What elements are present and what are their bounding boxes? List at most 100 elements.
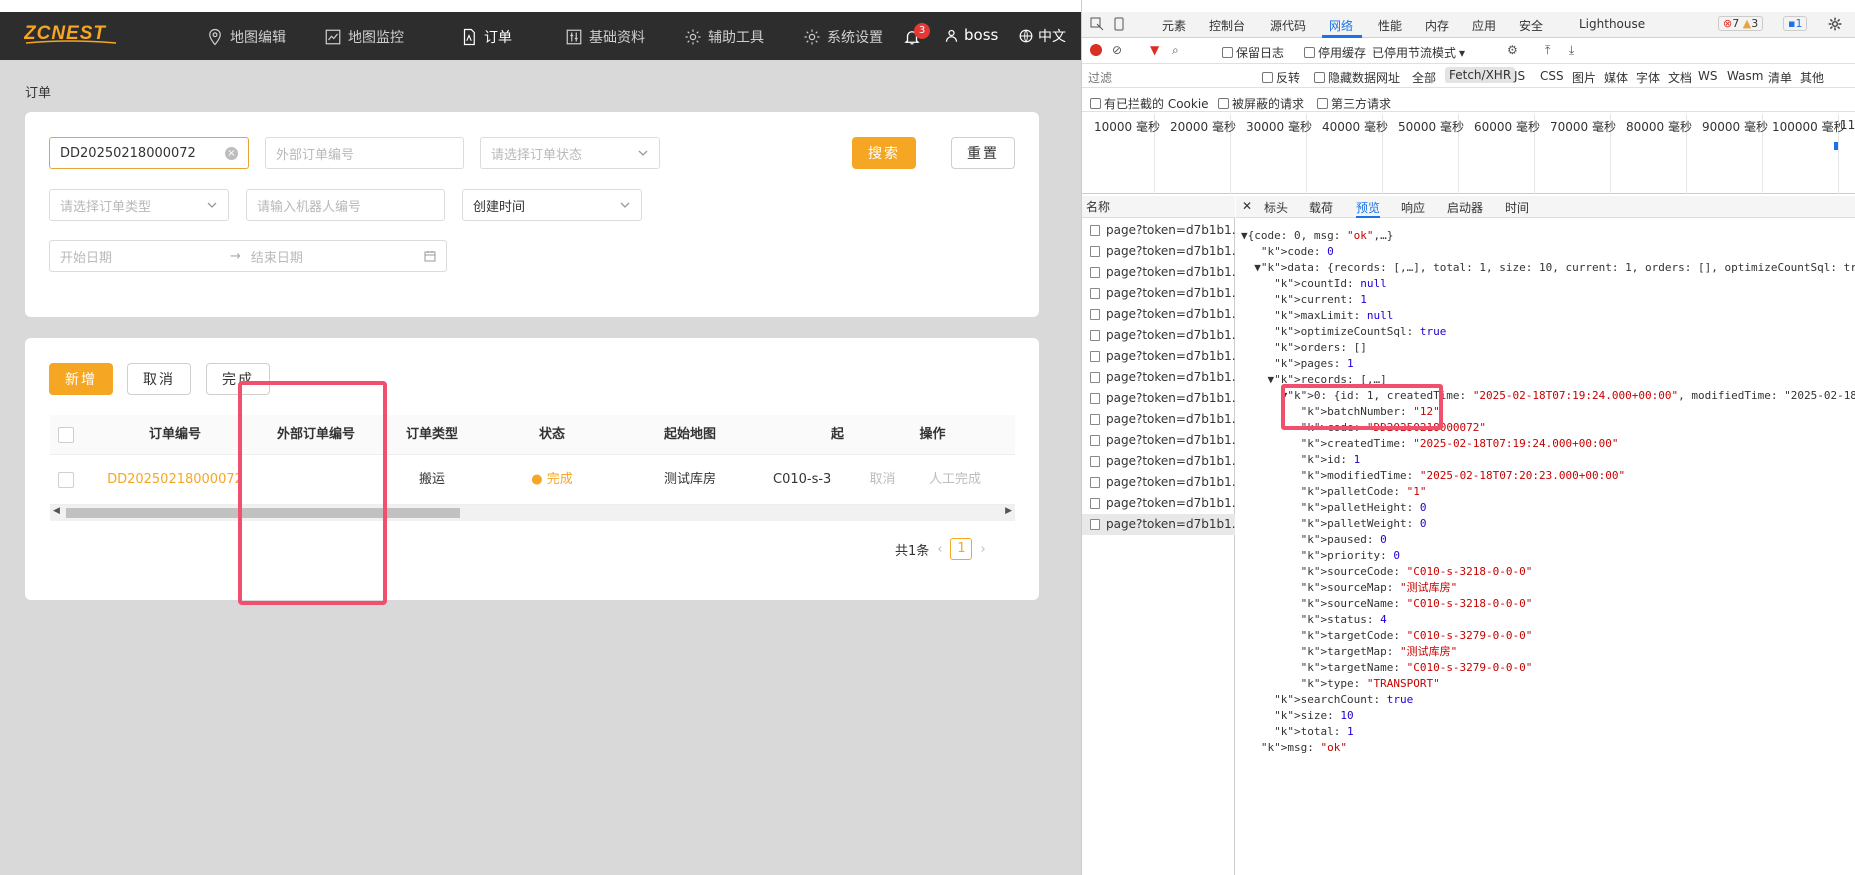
filter-icon[interactable]: ▼ xyxy=(1150,43,1159,57)
request-item[interactable]: page?token=d7b1b1... xyxy=(1082,409,1235,430)
request-item[interactable]: page?token=d7b1b1... xyxy=(1082,451,1235,472)
issues-counter[interactable]: ⊗7 ▲3 xyxy=(1718,16,1764,31)
preserve-log-checkbox[interactable]: 保留日志 xyxy=(1222,44,1284,61)
filter-media[interactable]: 媒体 xyxy=(1604,69,1628,86)
next-page-icon[interactable]: › xyxy=(980,542,985,557)
row-checkbox[interactable] xyxy=(58,472,74,488)
disable-cache-checkbox[interactable]: 停用缓存 xyxy=(1304,44,1366,61)
order-type-select[interactable]: 请选择订单类型 xyxy=(49,189,229,221)
request-item-selected[interactable]: page?token=d7b1b1... xyxy=(1082,514,1235,535)
tab-network[interactable]: 网络 xyxy=(1329,17,1353,34)
external-order-input[interactable]: 外部订单编号 xyxy=(265,137,464,169)
request-item[interactable]: page?token=d7b1b1... xyxy=(1082,493,1235,514)
messages-counter[interactable]: ▪1 xyxy=(1783,16,1808,31)
prev-page-icon[interactable]: ‹ xyxy=(937,542,942,557)
filter-ws[interactable]: WS xyxy=(1698,69,1717,83)
filter-fetch-xhr[interactable]: Fetch/XHR xyxy=(1445,67,1516,83)
record-icon[interactable] xyxy=(1090,44,1102,56)
device-toggle-icon[interactable] xyxy=(1112,17,1126,31)
third-party-checkbox[interactable]: 第三方请求 xyxy=(1317,95,1391,112)
tab-payload[interactable]: 载荷 xyxy=(1309,199,1333,216)
request-item[interactable]: page?token=d7b1b1... xyxy=(1082,304,1235,325)
tab-performance[interactable]: 性能 xyxy=(1378,17,1402,34)
request-item[interactable]: page?token=d7b1b1... xyxy=(1082,241,1235,262)
tab-security[interactable]: 安全 xyxy=(1519,17,1543,34)
tab-response[interactable]: 响应 xyxy=(1401,199,1425,216)
tab-console[interactable]: 控制台 xyxy=(1209,17,1245,34)
tab-preview[interactable]: 预览 xyxy=(1356,199,1381,218)
nav-item-orders[interactable]: 订单 xyxy=(460,26,512,48)
filter-wasm[interactable]: Wasm xyxy=(1727,69,1763,83)
scroll-right-icon[interactable]: ▶ xyxy=(1005,506,1012,516)
settings-icon[interactable] xyxy=(1828,17,1842,31)
horizontal-scrollbar[interactable]: ◀ ▶ xyxy=(50,505,1015,521)
tab-application[interactable]: 应用 xyxy=(1472,17,1496,34)
import-har-icon[interactable]: ⤒ xyxy=(1545,43,1550,58)
brand-logo[interactable]: ZCNEST xyxy=(23,22,117,46)
request-item[interactable]: page?token=d7b1b1... xyxy=(1082,220,1235,241)
blocked-requests-checkbox[interactable]: 被屏蔽的请求 xyxy=(1218,95,1304,112)
nav-item-map-monitor[interactable]: 地图监控 xyxy=(324,26,404,48)
tab-lighthouse[interactable]: Lighthouse xyxy=(1579,17,1645,31)
tab-timing[interactable]: 时间 xyxy=(1505,199,1529,216)
tab-initiator[interactable]: 启动器 xyxy=(1447,199,1483,216)
export-har-icon[interactable]: ⤓ xyxy=(1569,43,1574,58)
column-order-type[interactable]: 订单类型 xyxy=(372,415,492,455)
inspect-icon[interactable] xyxy=(1090,17,1104,31)
table-row[interactable]: DD20250218000072 搬运 ● 完成 测试库房 C010-s-3 取… xyxy=(50,455,1015,505)
order-number-input[interactable]: DD20250218000072 × xyxy=(49,137,249,169)
tab-headers[interactable]: 标头 xyxy=(1264,199,1288,216)
request-item[interactable]: page?token=d7b1b1... xyxy=(1082,367,1235,388)
nav-item-basic-data[interactable]: 基础资料 xyxy=(565,26,645,48)
filter-input[interactable]: 过滤 xyxy=(1088,69,1228,86)
tab-memory[interactable]: 内存 xyxy=(1425,17,1449,34)
date-range-picker[interactable]: 开始日期 → 结束日期 xyxy=(49,240,447,272)
network-timeline[interactable]: 10000 毫秒 20000 毫秒 30000 毫秒 40000 毫秒 5000… xyxy=(1082,114,1855,194)
nav-item-tools[interactable]: 辅助工具 xyxy=(684,26,764,48)
throttle-select[interactable]: 已停用节流模式 ▾ xyxy=(1372,44,1465,61)
column-status[interactable]: 状态 xyxy=(492,415,612,455)
nav-item-map-edit[interactable]: 地图编辑 xyxy=(206,26,286,48)
filter-doc[interactable]: 文档 xyxy=(1668,69,1692,86)
filter-other[interactable]: 其他 xyxy=(1800,69,1824,86)
row-manual-complete-action[interactable]: 人工完成 xyxy=(910,455,1000,505)
order-status-select[interactable]: 请选择订单状态 xyxy=(480,137,660,169)
tab-sources[interactable]: 源代码 xyxy=(1270,17,1306,34)
blocked-cookies-checkbox[interactable]: 有已拦截的 Cookie xyxy=(1090,95,1209,112)
column-source[interactable]: 起 xyxy=(768,415,848,455)
tab-elements[interactable]: 元素 xyxy=(1162,17,1186,34)
add-button[interactable]: 新增 xyxy=(49,363,113,395)
clear-log-icon[interactable]: ⊘ xyxy=(1112,43,1122,57)
time-type-select[interactable]: 创建时间 xyxy=(462,189,642,221)
invert-checkbox[interactable]: 反转 xyxy=(1262,69,1300,86)
page-number[interactable]: 1 xyxy=(950,538,973,560)
row-cancel-action[interactable]: 取消 xyxy=(855,455,910,505)
scroll-left-icon[interactable]: ◀ xyxy=(53,506,60,516)
request-item[interactable]: page?token=d7b1b1... xyxy=(1082,430,1235,451)
filter-manifest[interactable]: 清单 xyxy=(1768,69,1792,86)
search-icon[interactable]: ⌕ xyxy=(1172,43,1179,58)
filter-img[interactable]: 图片 xyxy=(1572,69,1596,86)
column-source-map[interactable]: 起始地图 xyxy=(612,415,768,455)
select-all-checkbox[interactable] xyxy=(58,427,74,443)
clear-icon[interactable]: × xyxy=(225,147,238,160)
filter-js[interactable]: JS xyxy=(1514,69,1525,83)
network-conditions-icon[interactable]: ⚙ xyxy=(1507,43,1518,57)
cancel-button[interactable]: 取消 xyxy=(127,363,191,395)
nav-item-settings[interactable]: 系统设置 xyxy=(803,26,883,48)
notifications-button[interactable]: 3 xyxy=(903,23,930,48)
filter-all[interactable]: 全部 xyxy=(1412,69,1436,86)
filter-css[interactable]: CSS xyxy=(1540,69,1564,83)
request-item[interactable]: page?token=d7b1b1... xyxy=(1082,262,1235,283)
name-column-header[interactable]: 名称 xyxy=(1082,196,1235,218)
reset-button[interactable]: 重置 xyxy=(951,137,1015,169)
request-item[interactable]: page?token=d7b1b1... xyxy=(1082,283,1235,304)
user-menu[interactable]: boss xyxy=(944,26,998,44)
request-item[interactable]: page?token=d7b1b1... xyxy=(1082,472,1235,493)
request-item[interactable]: page?token=d7b1b1... xyxy=(1082,388,1235,409)
request-item[interactable]: page?token=d7b1b1... xyxy=(1082,346,1235,367)
order-number-link[interactable]: DD20250218000072 xyxy=(90,455,260,505)
language-switcher[interactable]: 中文 xyxy=(1019,26,1066,46)
hide-data-urls-checkbox[interactable]: 隐藏数据网址 xyxy=(1314,69,1400,86)
close-detail-icon[interactable]: ✕ xyxy=(1242,199,1252,213)
